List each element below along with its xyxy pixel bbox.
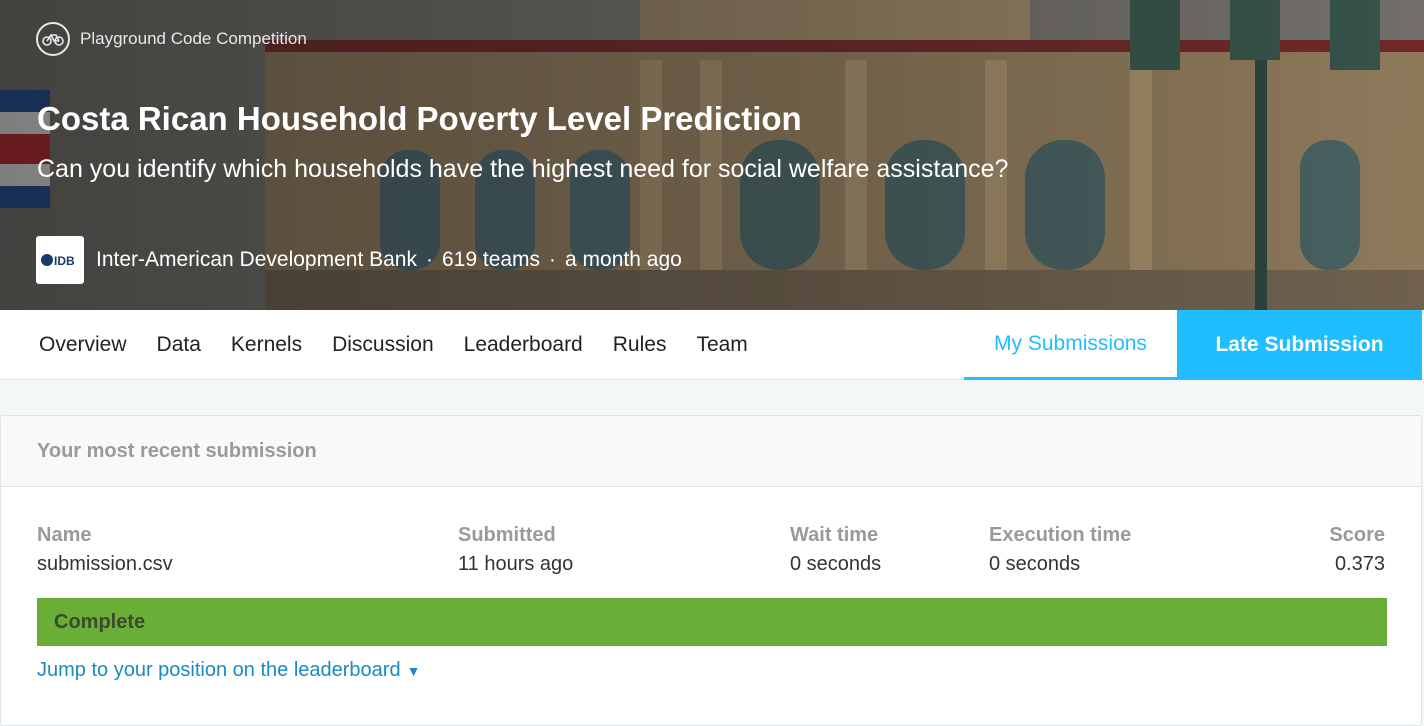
- wait-time-column: Wait time 0 seconds: [790, 524, 881, 576]
- tab-kernels[interactable]: Kernels: [216, 310, 317, 380]
- execution-time-value: 0 seconds: [989, 553, 1081, 575]
- execution-time-header: Execution time: [989, 524, 1132, 546]
- host-logo[interactable]: IDB: [36, 236, 84, 284]
- score-header: Score: [1329, 524, 1385, 546]
- tab-my-submissions[interactable]: My Submissions: [964, 310, 1177, 380]
- card-title: Your most recent submission: [1, 416, 1421, 487]
- tab-rules[interactable]: Rules: [598, 310, 682, 380]
- bicycle-icon: [36, 22, 70, 56]
- score-column: Score 0.373: [1329, 524, 1385, 576]
- host-logo-text: IDB: [54, 254, 75, 268]
- team-count: 619 teams: [441, 248, 541, 271]
- recent-submission-card: Your most recent submission Name submiss…: [0, 415, 1422, 726]
- submitted-value: 11 hours ago: [458, 553, 574, 575]
- name-column: Name submission.csv: [37, 524, 173, 576]
- competition-host-info: IDB Inter-American Development Bank · 61…: [36, 236, 682, 284]
- caret-down-icon: ▼: [406, 662, 421, 679]
- competition-nav: Overview Data Kernels Discussion Leaderb…: [0, 310, 1424, 380]
- wait-time-header: Wait time: [790, 524, 879, 546]
- score-value: 0.373: [1334, 553, 1385, 575]
- submitted-column: Submitted 11 hours ago: [458, 524, 573, 576]
- execution-time-column: Execution time 0 seconds: [989, 524, 1131, 576]
- status-complete-bar: Complete: [37, 598, 1387, 646]
- tab-discussion[interactable]: Discussion: [317, 310, 449, 380]
- name-header: Name: [37, 524, 92, 546]
- tab-team[interactable]: Team: [681, 310, 762, 380]
- submitted-header: Submitted: [458, 524, 556, 546]
- separator: ·: [425, 248, 433, 271]
- competition-title: Costa Rican Household Poverty Level Pred…: [37, 100, 802, 137]
- tab-leaderboard[interactable]: Leaderboard: [449, 310, 598, 380]
- competition-type: Playground Code Competition: [36, 22, 307, 56]
- competition-subtitle: Can you identify which households have t…: [37, 155, 1009, 183]
- wait-time-value: 0 seconds: [790, 553, 882, 575]
- host-name[interactable]: Inter-American Development Bank: [96, 248, 417, 272]
- tab-data[interactable]: Data: [142, 310, 216, 380]
- time-ago: a month ago: [565, 248, 682, 271]
- separator: ·: [549, 248, 557, 271]
- tab-list: Overview Data Kernels Discussion Leaderb…: [24, 310, 763, 380]
- jump-to-leaderboard-link[interactable]: Jump to your position on the leaderboard…: [37, 659, 420, 682]
- jump-link-label: Jump to your position on the leaderboard: [37, 659, 401, 681]
- late-submission-button[interactable]: Late Submission: [1177, 310, 1422, 380]
- competition-banner: Playground Code Competition Costa Rican …: [0, 0, 1424, 310]
- competition-type-label: Playground Code Competition: [80, 29, 307, 48]
- submission-filename: submission.csv: [37, 553, 173, 575]
- tab-overview[interactable]: Overview: [24, 310, 142, 380]
